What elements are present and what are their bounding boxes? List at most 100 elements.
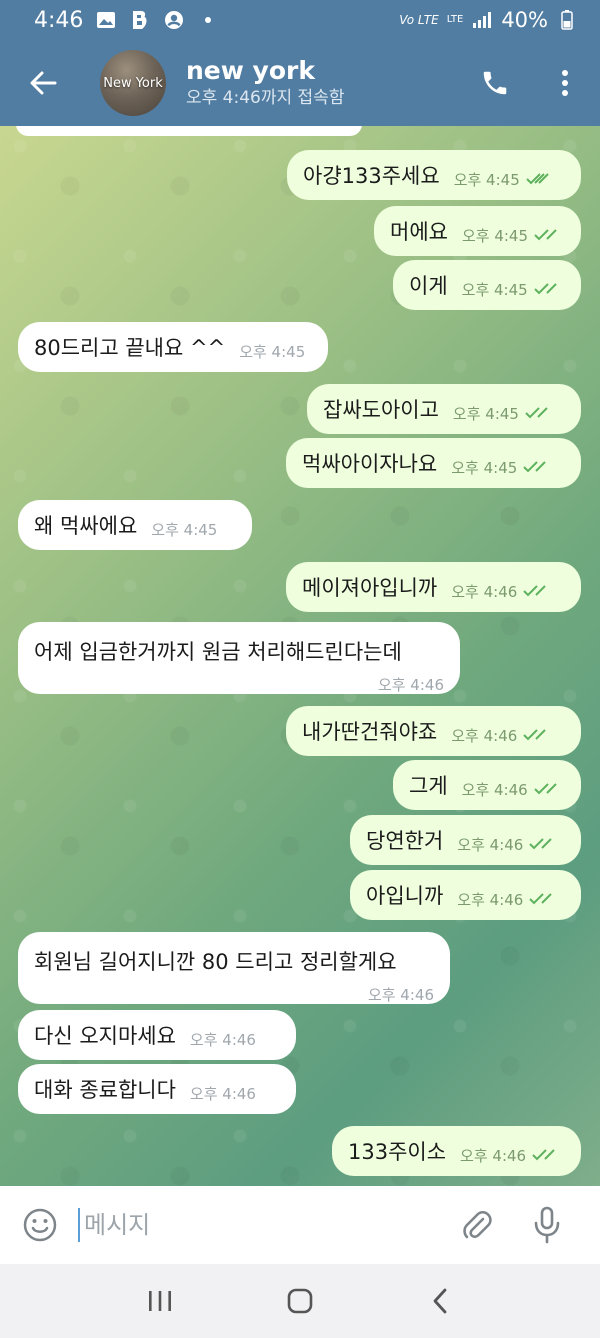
message-bubble-incoming[interactable]: 다신 오지마세요 오후 4:46	[18, 1010, 296, 1060]
message-text: 이게	[409, 274, 448, 298]
message-bubble-outgoing[interactable]: 내가딴건줘야죠 오후 4:46	[286, 706, 581, 756]
message-time: 오후 4:46	[189, 1084, 256, 1103]
more-vertical-icon	[562, 70, 568, 96]
message-meta: 오후 4:46	[462, 779, 562, 800]
message-bubble-outgoing[interactable]: 아걍133주세요 오후 4:45	[287, 150, 581, 200]
message-bubble-outgoing[interactable]: 133주이소 오후 4:46	[332, 1126, 581, 1176]
microphone-icon	[534, 1206, 560, 1244]
message-text: 잡싸도아이고	[323, 398, 439, 422]
message-bubble-outgoing[interactable]: 당연한거 오후 4:46	[350, 815, 581, 865]
message-time: 오후 4:46	[457, 890, 524, 909]
message-text: 왜 먹싸에요	[34, 514, 138, 538]
message-time: 오후 4:46	[451, 726, 518, 745]
lte-label: LTE	[446, 14, 464, 25]
chat-title: new york	[186, 56, 315, 85]
double-check-icon	[532, 1149, 555, 1161]
message-time: 오후 4:46	[377, 676, 444, 694]
double-check-icon	[534, 229, 557, 241]
emoji-button[interactable]	[18, 1203, 62, 1247]
message-bubble-outgoing[interactable]: 메이져아입니까 오후 4:46	[286, 562, 581, 612]
call-button[interactable]	[460, 40, 530, 126]
back-button[interactable]	[0, 40, 86, 126]
double-check-icon	[529, 893, 553, 905]
message-text: 아입니까	[366, 884, 444, 908]
message-bubble-incoming[interactable]: 80드리고 끝내요 ^^ 오후 4:45	[18, 322, 328, 372]
message-text: 내가딴건줘야죠	[302, 720, 438, 744]
message-text: 회원님 길어지니깐 80 드리고 정리할게요	[34, 950, 397, 974]
message-bubble-outgoing[interactable]: 먹싸아이자나요 오후 4:45	[286, 438, 581, 488]
home-icon	[287, 1288, 313, 1314]
double-check-icon	[533, 783, 557, 795]
more-button[interactable]	[530, 40, 600, 126]
recents-button[interactable]	[130, 1271, 190, 1331]
message-bubble-incoming[interactable]: 대화 종료합니다 오후 4:46	[18, 1064, 296, 1114]
message-bubble-incoming[interactable]: 왜 먹싸에요 오후 4:45	[18, 500, 252, 550]
double-check-icon	[523, 585, 547, 597]
message-bubble-outgoing[interactable]: 그게 오후 4:46	[393, 760, 581, 810]
message-text: 대화 종료합니다	[34, 1078, 176, 1102]
message-bubble-outgoing[interactable]: 머에요 오후 4:45	[374, 206, 581, 256]
voice-button[interactable]	[512, 1195, 582, 1255]
chat-header: New York new york 오후 4:46까지 접속함	[0, 40, 600, 126]
message-time: 오후 4:45	[453, 170, 520, 189]
message-meta: 오후 4:46	[457, 889, 557, 910]
message-time: 오후 4:46	[189, 1030, 256, 1049]
message-input[interactable]	[78, 1208, 442, 1242]
paperclip-icon	[463, 1210, 492, 1239]
message-bubble-outgoing[interactable]: 이게 오후 4:45	[393, 260, 581, 310]
message-bubble-incoming[interactable]: 어제 입금한거까지 원금 처리해드린다는데 오후 4:46	[18, 622, 460, 694]
battery-icon	[556, 9, 578, 31]
message-text: 먹싸아이자나요	[302, 452, 438, 476]
back-nav-button[interactable]	[410, 1271, 470, 1331]
message-composer	[0, 1186, 600, 1264]
double-check-icon	[523, 729, 547, 741]
status-time: 4:46	[34, 7, 84, 33]
double-check-icon	[533, 283, 557, 295]
double-check-icon	[525, 407, 548, 419]
message-time: 오후 4:46	[457, 835, 524, 854]
message-meta: 오후 4:45	[462, 279, 562, 300]
message-meta: 오후 4:45	[451, 457, 551, 478]
message-meta: 오후 4:46	[451, 581, 551, 602]
b-app-icon	[129, 9, 151, 31]
message-bubble-outgoing[interactable]: 아입니까 오후 4:46	[350, 870, 581, 920]
message-time: 오후 4:45	[461, 226, 529, 245]
message-time: 오후 4:45	[151, 520, 218, 539]
message-time: 오후 4:46	[460, 1146, 527, 1165]
message-meta: 오후 4:45	[462, 225, 562, 246]
message-text: 어제 입금한거까지 원금 처리해드린다는데	[34, 640, 402, 664]
account-icon	[163, 9, 185, 31]
phone-icon	[483, 71, 507, 95]
message-bubble-partial	[16, 126, 362, 136]
home-button[interactable]	[270, 1271, 330, 1331]
signal-icon	[471, 9, 493, 31]
volte-label: Vo LTE	[399, 13, 439, 27]
message-time: 오후 4:46	[451, 582, 518, 601]
message-time: 오후 4:46	[461, 780, 528, 799]
notification-dot-icon	[197, 9, 219, 31]
message-time: 오후 4:45	[451, 458, 518, 477]
chat-title-block[interactable]: new york 오후 4:46까지 접속함	[186, 56, 460, 110]
message-meta: 오후 4:46	[451, 725, 551, 746]
message-time: 오후 4:45	[461, 280, 528, 299]
message-bubble-incoming[interactable]: 회원님 길어지니깐 80 드리고 정리할게요 오후 4:46	[18, 932, 450, 1004]
message-meta: 오후 4:45	[453, 403, 553, 424]
double-check-icon	[523, 461, 547, 473]
recents-icon	[149, 1291, 171, 1311]
message-bubble-outgoing[interactable]: 잡싸도아이고 오후 4:45	[307, 384, 581, 434]
message-meta: 오후 4:46	[460, 1145, 560, 1166]
double-check-icon	[526, 173, 549, 185]
arrow-left-icon	[30, 71, 57, 95]
message-meta: 오후 4:45	[454, 169, 554, 190]
message-time: 오후 4:45	[452, 404, 519, 423]
chevron-left-icon	[433, 1288, 447, 1314]
gallery-icon	[95, 9, 117, 31]
double-check-icon	[529, 838, 553, 850]
message-text: 아걍133주세요	[303, 164, 440, 188]
attach-button[interactable]	[442, 1195, 512, 1255]
message-text: 133주이소	[348, 1140, 447, 1164]
message-time: 오후 4:46	[367, 986, 434, 1004]
message-list[interactable]: 아걍133주세요 오후 4:45 머에요 오후 4:45 이게 오후 4:45 …	[0, 126, 600, 1186]
message-time: 오후 4:45	[239, 342, 306, 361]
avatar[interactable]: New York	[100, 50, 166, 116]
